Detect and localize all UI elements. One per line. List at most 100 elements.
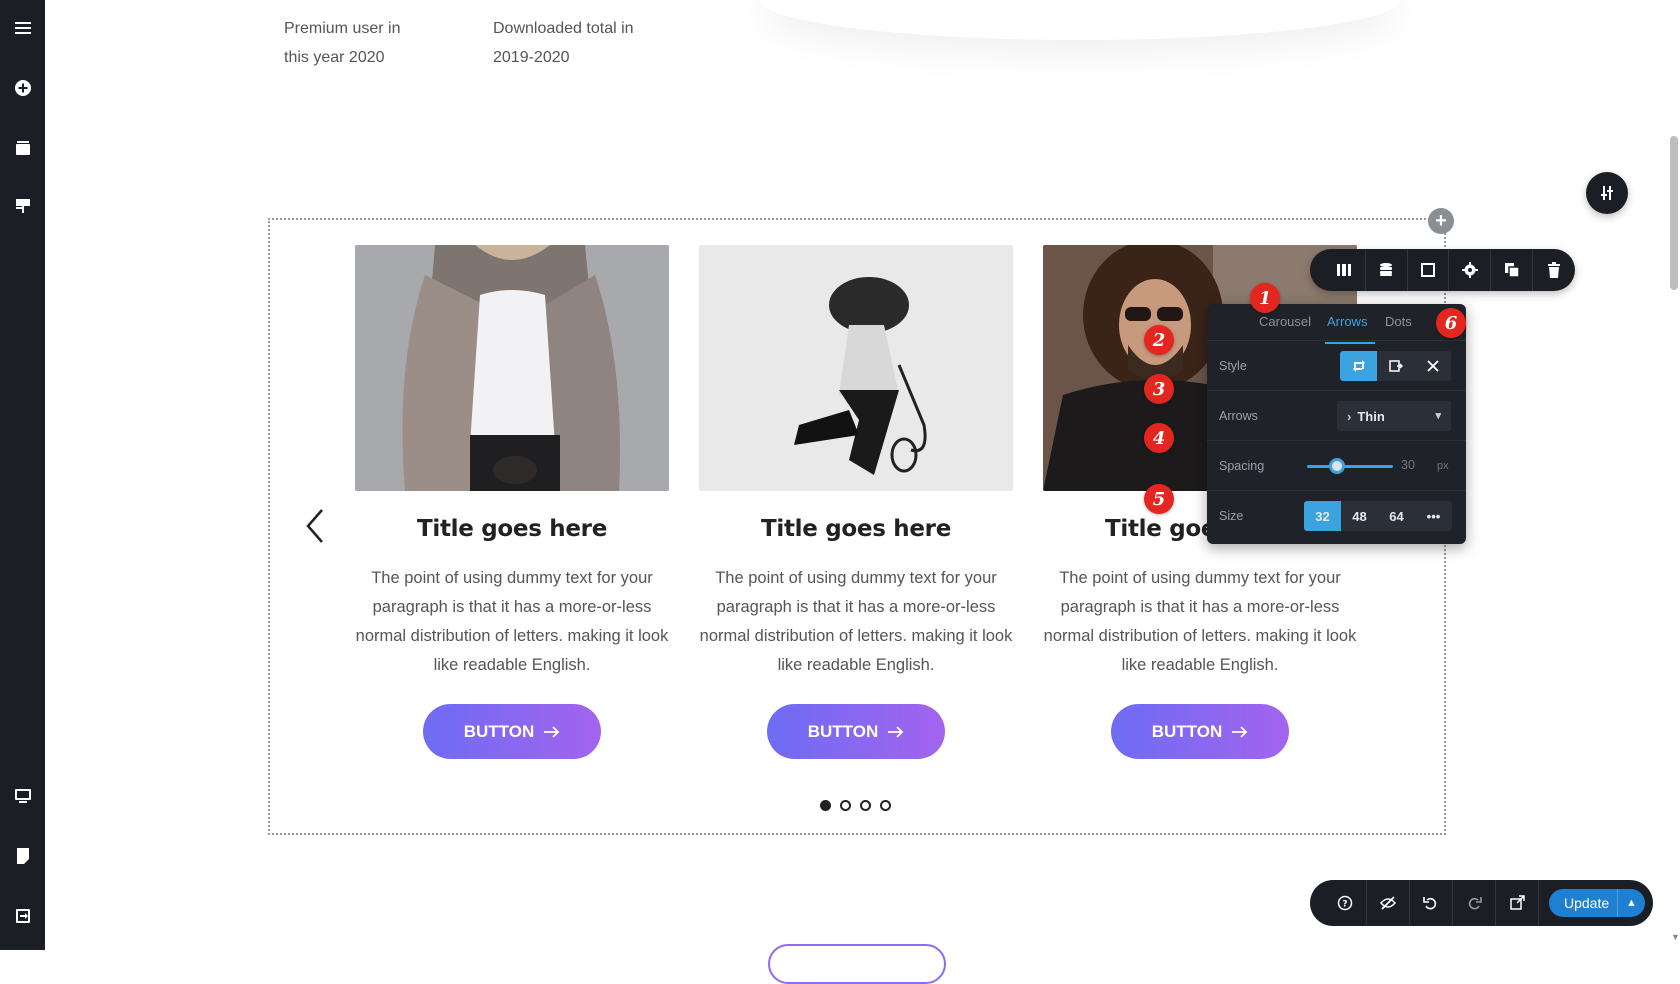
decorative-glow [760,0,1400,40]
menu-icon[interactable] [0,8,45,48]
gear-icon [1461,262,1478,278]
size-segmented-control: 32 48 64 ••• [1304,501,1452,531]
card-image-dancer [699,245,1013,491]
card-text: The point of using dummy text for your p… [1043,569,1357,674]
exit-icon[interactable] [0,896,45,936]
style-row: Style [1207,340,1466,390]
carousel-card: Title goes here The point of using dummy… [355,245,669,759]
arrows-select-value: Thin [1357,408,1385,424]
undo-icon [1423,897,1437,910]
stat-line: Premium user in [284,20,401,37]
button-label: BUTTON [463,721,535,741]
square-icon [1421,263,1436,277]
settings-button[interactable] [1449,249,1492,291]
card-button[interactable]: BUTTON [423,704,601,759]
spacing-slider-handle[interactable] [1329,458,1345,474]
svg-text:?: ? [1342,900,1347,910]
update-label: Update [1564,895,1610,911]
container-button[interactable] [1408,249,1450,291]
card-button[interactable]: BUTTON [767,704,945,759]
redo-button[interactable] [1453,880,1496,926]
add-section-button[interactable]: + [1428,208,1454,234]
add-circle-icon[interactable] [0,68,45,108]
button-label: BUTTON [807,721,879,741]
callout-badge-2: 2 [1144,325,1174,355]
undo-button[interactable] [1410,880,1453,926]
page-icon[interactable] [0,836,45,876]
card-button[interactable]: BUTTON [1111,704,1289,759]
chevron-down-icon: ▾ [1435,410,1441,422]
database-icon [1380,263,1393,276]
carousel-dot[interactable] [820,800,831,811]
trash-icon [1548,262,1561,278]
spacing-slider-track[interactable] [1307,465,1393,468]
left-sidebar [0,0,45,950]
size-option-48[interactable]: 48 [1341,501,1378,531]
callout-badge-4: 4 [1144,423,1174,453]
style-option-none[interactable] [1414,351,1451,381]
card-text: The point of using dummy text for your p… [699,569,1013,674]
style-option-1[interactable] [1340,351,1377,381]
arrow-right-icon [1232,725,1248,738]
next-section-button-partial[interactable] [768,944,946,984]
card-title: Title goes here [416,516,608,542]
callout-badge-1: 1 [1250,283,1280,313]
stat-line: this year 2020 [284,49,385,66]
size-more-options[interactable]: ••• [1415,501,1452,531]
callout-badge-6: 6 [1436,308,1466,338]
stat-premium: Premium user in this year 2020 [284,14,400,72]
arrows-row: Arrows › Thin ▾ [1207,390,1466,440]
scroll-down-icon[interactable]: ▼ [1671,932,1680,942]
style-option-2[interactable] [1377,351,1414,381]
preview-toggle-button[interactable] [1367,880,1410,926]
eye-slash-icon [1380,896,1396,910]
element-toolbar [1310,249,1575,291]
tab-carousel[interactable]: Carousel [1259,314,1311,329]
help-icon: ? [1337,895,1353,911]
arrows-outside-icon [1388,360,1403,372]
tab-arrows[interactable]: Arrows [1327,314,1367,329]
copy-icon [1504,263,1520,278]
size-option-32[interactable]: 32 [1304,501,1341,531]
size-option-64[interactable]: 64 [1378,501,1415,531]
arrows-settings-panel: Carousel Arrows Dots Style Arrows › Thin… [1207,304,1466,544]
spacing-value[interactable]: 30 [1401,458,1415,472]
database-button[interactable] [1366,249,1408,291]
carousel-dot[interactable] [840,800,851,811]
carousel-dots [820,800,891,811]
carousel-card: Title goes here The point of using dummy… [699,245,1013,759]
carousel-prev-arrow[interactable] [300,505,330,547]
desktop-icon[interactable] [0,776,45,816]
carousel-dot[interactable] [880,800,891,811]
external-link-icon [1510,895,1525,910]
style-label: Style [1219,359,1247,373]
style-segmented-control [1340,351,1451,381]
size-label: Size [1219,509,1244,523]
paint-roller-icon[interactable] [0,186,45,226]
arrows-select[interactable]: › Thin ▾ [1337,401,1451,431]
layers-icon[interactable] [0,128,45,168]
close-icon [1426,360,1439,372]
help-button[interactable]: ? [1324,880,1367,926]
arrows-label: Arrows [1219,409,1258,423]
arrow-right-icon [888,725,904,738]
stat-line: 2019-2020 [493,49,570,66]
card-title: Title goes here [760,516,952,542]
chevron-up-icon[interactable]: ▲ [1617,889,1645,917]
delete-button[interactable] [1533,249,1575,291]
arrow-right-icon [544,725,560,738]
update-button[interactable]: Update ▲ [1549,889,1645,917]
chevron-left-icon [306,509,323,543]
carousel-dot[interactable] [860,800,871,811]
card-text: The point of using dummy text for your p… [355,569,669,674]
page-scrollbar[interactable] [1670,136,1678,290]
callout-badge-5: 5 [1144,484,1174,514]
bottom-action-bar: ? Update ▲ [1310,880,1653,926]
card-image-fur-coat [355,245,669,491]
tab-dots[interactable]: Dots [1385,314,1412,329]
open-external-button[interactable] [1496,880,1539,926]
columns-button[interactable] [1324,249,1366,291]
stat-line: Downloaded total in [493,20,634,37]
duplicate-button[interactable] [1491,249,1534,291]
floating-settings-button[interactable] [1586,172,1628,214]
